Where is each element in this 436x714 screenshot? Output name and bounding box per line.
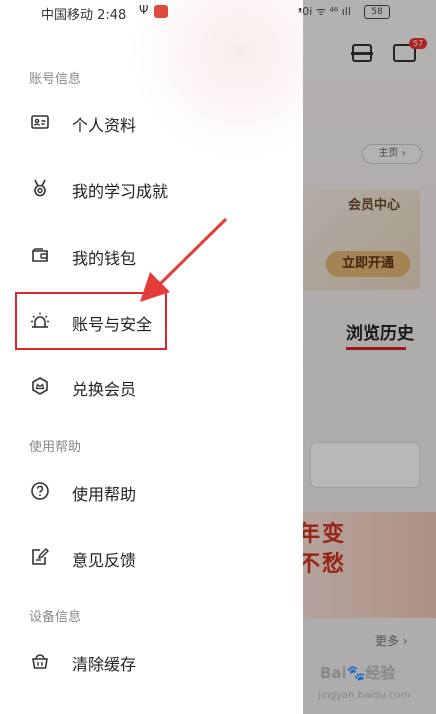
menu-item-label: 意见反馈 (72, 551, 137, 570)
menu-item-profile[interactable]: 个人资料 (0, 100, 303, 144)
menu-item-feedback[interactable]: 意见反馈 (0, 535, 303, 579)
section-title-account: 账号信息 (29, 72, 82, 87)
menu-item-redeem-vip[interactable]: 兑换会员 (0, 364, 303, 408)
wallet-icon (30, 245, 50, 265)
broom-basket-icon (30, 651, 50, 671)
menu-item-achievements[interactable]: 我的学习成就 (0, 166, 303, 210)
menu-item-label: 兑换会员 (72, 380, 137, 399)
menu-item-label: 清除缓存 (72, 655, 137, 674)
usb-icon: Ψ (139, 3, 149, 17)
menu-item-wallet[interactable]: 我的钱包 (0, 233, 303, 277)
menu-item-label: 我的钱包 (72, 249, 137, 268)
signal-icons: ᵜ0ⅰ ᯤ ⁴⁶ ıll (298, 5, 351, 18)
watermark-logo: Bai🐾经验 (320, 664, 396, 682)
navigation-drawer: 账号信息 个人资料 我的学习成就 我的钱包 账号与安全 兑换会员 使用帮助 使用… (0, 0, 303, 714)
carrier-time: 中国移动 2:48 (41, 8, 127, 23)
drawer-decoration (120, 0, 303, 170)
menu-item-clear-cache[interactable]: 清除缓存 (0, 639, 303, 683)
watermark-url: jingyan.baidu.com (318, 690, 411, 701)
menu-item-label: 我的学习成就 (72, 182, 169, 201)
app-notification-icon (154, 5, 168, 18)
menu-item-help[interactable]: 使用帮助 (0, 469, 303, 513)
status-bar: 中国移动 2:48 Ψ ᵜ0ⅰ ᯤ ⁴⁶ ıll 58 (0, 0, 436, 24)
medal-icon (30, 178, 50, 198)
annotation-highlight-box (15, 292, 167, 350)
section-title-help: 使用帮助 (29, 440, 82, 455)
battery-icon: 58 (364, 5, 390, 19)
id-card-icon (30, 112, 50, 132)
feedback-edit-icon (30, 547, 50, 567)
menu-item-label: 个人资料 (72, 116, 137, 135)
crown-shield-icon (30, 376, 50, 396)
section-title-device: 设备信息 (29, 610, 82, 625)
menu-item-label: 使用帮助 (72, 485, 137, 504)
question-circle-icon (30, 481, 50, 501)
